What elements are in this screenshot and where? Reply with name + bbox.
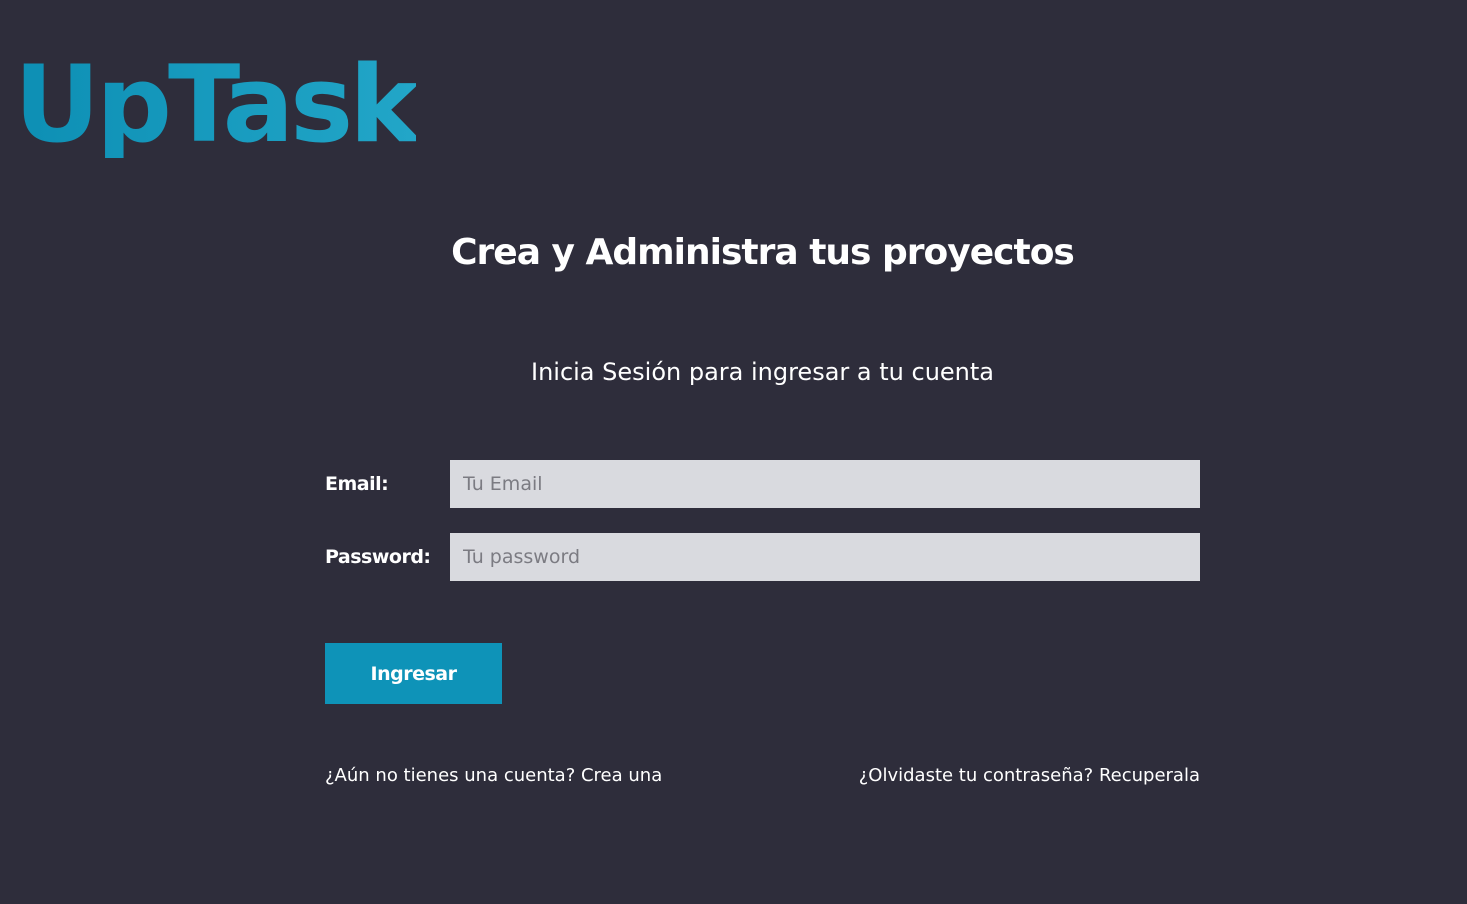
login-actions: ¿Aún no tienes una cuenta? Crea una ¿Olv… <box>325 765 1200 786</box>
email-row: Email: <box>325 460 1200 508</box>
password-label: Password: <box>325 546 431 568</box>
app-logo: UpTask <box>14 43 420 166</box>
app-tagline: Crea y Administra tus proyectos <box>451 232 1075 273</box>
email-label: Email: <box>325 473 389 495</box>
password-row: Password: <box>325 533 1200 581</box>
login-subtitle: Inicia Sesión para ingresar a tu cuenta <box>530 358 994 386</box>
login-form: Email: Password: <box>325 460 1200 606</box>
forgot-password-link[interactable]: ¿Olvidaste tu contraseña? Recuperala <box>859 765 1200 786</box>
password-field[interactable] <box>450 533 1200 581</box>
login-submit-button[interactable]: Ingresar <box>325 643 502 704</box>
create-account-link[interactable]: ¿Aún no tienes una cuenta? Crea una <box>325 765 662 786</box>
email-field[interactable] <box>450 460 1200 508</box>
